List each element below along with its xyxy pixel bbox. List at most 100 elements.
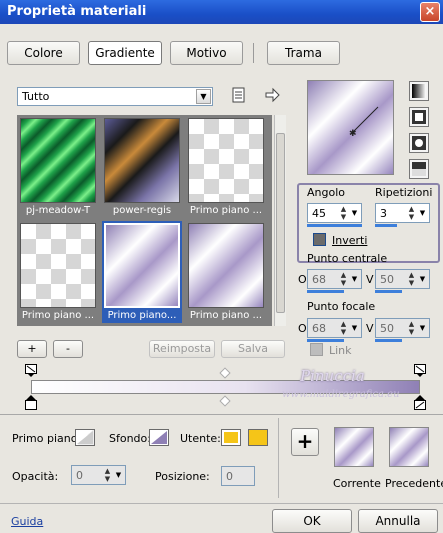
gallery-scrollbar[interactable] — [274, 115, 286, 326]
center-o-input[interactable]: 68 ▲ ▼ ▼ — [307, 269, 362, 289]
chevron-down-icon[interactable]: ▼ — [349, 205, 360, 221]
angle-slider[interactable] — [307, 224, 362, 227]
center-o-slider[interactable] — [307, 290, 344, 293]
center-v-input[interactable]: 50 ▲ ▼ ▼ — [375, 269, 430, 289]
arrow-right-icon[interactable] — [264, 87, 281, 103]
gallery-caption: Primo piano ... — [189, 310, 263, 321]
gallery-item-power[interactable]: power-regis — [102, 116, 182, 218]
user-swatch-2[interactable] — [248, 429, 268, 446]
chevron-down-icon[interactable]: ▼ — [349, 271, 360, 287]
angle-input[interactable]: 45 ▲ ▼ ▼ — [307, 203, 362, 223]
remove-gradient-button[interactable]: - — [53, 340, 83, 358]
foreground-label: Primo piano: — [12, 432, 82, 445]
gallery-item-foreground-1[interactable]: Primo piano ... — [186, 116, 266, 218]
center-v-label: V — [366, 273, 374, 286]
spin-arrows-icon[interactable]: ▲ ▼ — [407, 320, 416, 336]
focal-o-slider[interactable] — [307, 339, 344, 342]
opacity-value: 0 — [76, 469, 83, 482]
tab-colore[interactable]: Colore — [7, 41, 80, 65]
add-gradient-button[interactable]: + — [17, 340, 47, 358]
chevron-down-icon[interactable]: ▼ — [417, 320, 428, 336]
gradient-preview[interactable]: ✱ — [307, 80, 394, 175]
center-point-label: Punto centrale — [307, 252, 388, 265]
tab-trama[interactable]: Trama — [267, 41, 340, 65]
spin-arrows-icon[interactable]: ▲ ▼ — [103, 467, 112, 483]
tab-motivo[interactable]: Motivo — [170, 41, 243, 65]
gradient-thumbnail — [20, 223, 96, 308]
focal-o-value: 68 — [312, 322, 326, 335]
focal-o-label: O — [298, 322, 307, 335]
gallery-caption: Primo piano... — [107, 310, 177, 321]
chevron-down-icon[interactable]: ▼ — [196, 89, 211, 104]
cancel-button[interactable]: Annulla — [358, 509, 438, 533]
chevron-down-icon[interactable]: ▼ — [349, 320, 360, 336]
scrollbar-thumb[interactable] — [276, 133, 285, 313]
repeats-slider[interactable] — [375, 224, 397, 227]
stop-marker-bottom-left-icon[interactable] — [25, 395, 37, 410]
previous-preview[interactable] — [389, 427, 429, 467]
gallery-item-foreground-4[interactable]: Primo piano ... — [186, 221, 266, 323]
document-icon[interactable] — [231, 87, 246, 103]
center-v-slider[interactable] — [375, 290, 402, 293]
current-label: Corrente — [333, 477, 381, 490]
link-checkbox[interactable] — [310, 343, 323, 356]
spin-arrows-icon[interactable]: ▲ ▼ — [407, 271, 416, 287]
footer-divider — [0, 503, 443, 504]
spin-arrows-icon[interactable]: ▲ ▼ — [339, 320, 348, 336]
window-title: Proprietà materiali — [7, 4, 147, 19]
vertical-divider — [278, 418, 279, 498]
opacity-input[interactable]: 0 ▲ ▼ ▼ — [71, 465, 126, 485]
sunburst-style-icon[interactable] — [409, 159, 429, 179]
repeats-value: 3 — [380, 207, 387, 220]
watermark-text: Pinuccia — [300, 367, 365, 385]
focal-v-slider[interactable] — [375, 339, 402, 342]
focal-point-label: Punto focale — [307, 300, 376, 313]
tab-gradiente[interactable]: Gradiente — [88, 41, 162, 65]
rectangular-style-icon[interactable] — [409, 107, 429, 127]
radial-style-icon[interactable] — [409, 133, 429, 153]
link-label: Link — [329, 344, 352, 357]
angle-label: Angolo — [307, 186, 345, 199]
category-select[interactable]: Tutto ▼ — [17, 87, 213, 106]
close-button[interactable]: × — [420, 2, 440, 22]
foreground-swatch[interactable] — [75, 429, 95, 446]
ok-button[interactable]: OK — [272, 509, 352, 533]
spin-arrows-icon[interactable]: ▲ ▼ — [339, 205, 348, 221]
gallery-item-foreground-3[interactable]: Primo piano... — [102, 221, 182, 323]
color-midpoint-marker[interactable] — [219, 395, 231, 407]
focal-o-input[interactable]: 68 ▲ ▼ ▼ — [307, 318, 362, 338]
gradient-thumbnail — [20, 118, 96, 203]
user-swatch-1[interactable] — [221, 429, 241, 446]
watermark-url: www.maidiregrafica.eu — [282, 389, 400, 400]
gallery-item-meadow[interactable]: pj-meadow-T — [18, 116, 98, 218]
gallery-caption: power-regis — [112, 205, 172, 216]
repeats-input[interactable]: 3 ▲ ▼ ▼ — [375, 203, 430, 223]
chevron-down-icon[interactable]: ▼ — [113, 467, 124, 483]
repeats-label: Ripetizioni — [375, 186, 433, 199]
stop-marker-top-left-icon[interactable] — [25, 364, 37, 377]
position-label: Posizione: — [155, 470, 210, 483]
gallery-caption: Primo piano ... — [21, 310, 95, 321]
stop-marker-bottom-right-icon[interactable] — [414, 395, 426, 410]
chevron-down-icon[interactable]: ▼ — [417, 271, 428, 287]
gradient-thumbnail — [104, 118, 180, 203]
position-input[interactable]: 0 — [221, 466, 255, 486]
focal-v-input[interactable]: 50 ▲ ▼ ▼ — [375, 318, 430, 338]
opacity-midpoint-marker[interactable] — [219, 367, 231, 379]
add-to-swatches-button[interactable]: + — [291, 428, 319, 456]
stop-marker-top-right-icon[interactable] — [414, 364, 426, 377]
tab-separator — [253, 43, 254, 63]
chevron-down-icon[interactable]: ▼ — [417, 205, 428, 221]
current-preview[interactable] — [334, 427, 374, 467]
help-link[interactable]: Guida — [11, 515, 43, 528]
linear-style-icon[interactable] — [409, 81, 429, 101]
reset-button[interactable]: Reimposta — [149, 340, 215, 358]
invert-checkbox[interactable] — [313, 233, 326, 246]
user-label: Utente: — [180, 432, 221, 445]
gallery-item-foreground-2[interactable]: Primo piano ... — [18, 221, 98, 323]
spin-arrows-icon[interactable]: ▲ ▼ — [407, 205, 416, 221]
save-button[interactable]: Salva — [221, 340, 285, 358]
invert-label: Inverti — [332, 234, 368, 247]
background-swatch[interactable] — [149, 429, 169, 446]
spin-arrows-icon[interactable]: ▲ ▼ — [339, 271, 348, 287]
